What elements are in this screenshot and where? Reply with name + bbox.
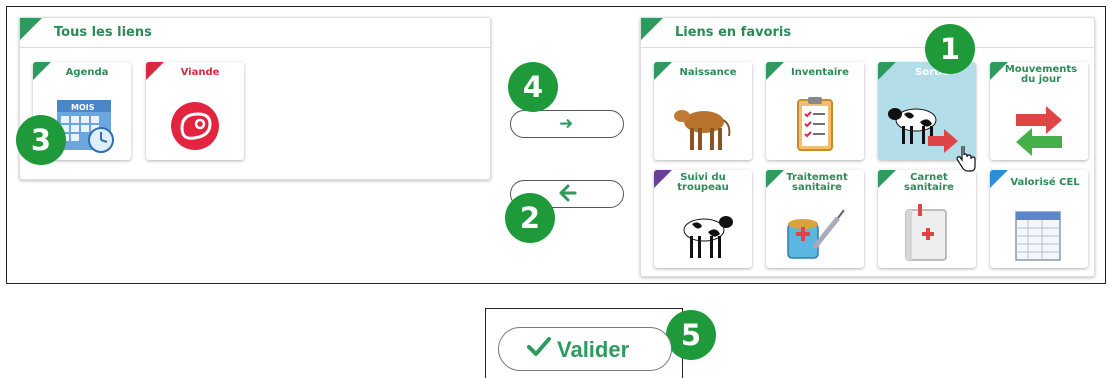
arrow-right-icon: ➜ [559, 114, 574, 134]
move-right-button[interactable]: ➜ [510, 110, 624, 138]
annotation-badge-5: 5 [666, 310, 716, 360]
tile-traitement-sanitaire[interactable]: Traitement sanitaire [766, 170, 864, 268]
health-book-icon [905, 204, 947, 261]
tile-inventaire[interactable]: Inventaire [766, 62, 864, 160]
syringe-icon [787, 209, 845, 259]
tile-label: Carnet sanitaire [904, 172, 954, 193]
annotation-badge-4: 4 [508, 62, 558, 112]
favorites-title: Liens en favoris [675, 25, 792, 40]
cow-exit-icon [888, 108, 958, 153]
tile-label: Suivi du troupeau [677, 172, 729, 193]
tile-valorise-cel[interactable]: Valorisé CEL [990, 170, 1088, 268]
valider-label: Valider [557, 337, 630, 362]
annotation-badge-1: 1 [925, 24, 975, 74]
tile-label: Valorisé CEL [1010, 177, 1080, 188]
tile-label: Mouvements du jour [1004, 64, 1078, 85]
all-links-header: Tous les liens [20, 18, 490, 48]
tile-corner-marker [878, 170, 896, 188]
panel-corner-marker [641, 18, 663, 40]
tile-mouvements-du-jour[interactable]: Mouvements du jour [990, 62, 1088, 160]
spreadsheet-icon [1015, 211, 1061, 261]
herd-icon [683, 216, 733, 258]
tile-label: Naissance [679, 67, 737, 78]
svg-text:MOIS: MOIS [71, 103, 95, 112]
all-links-title: Tous les liens [54, 25, 152, 40]
panel-corner-marker [20, 18, 42, 40]
tile-carnet-sanitaire[interactable]: Carnet sanitaire [878, 170, 976, 268]
meat-icon [171, 102, 219, 150]
tile-viande[interactable]: Viande [146, 62, 244, 160]
tile-label: Traitement sanitaire [786, 172, 848, 193]
checkmark-icon [527, 336, 551, 365]
tile-label: Agenda [65, 67, 109, 78]
exchange-arrows-icon [1016, 106, 1062, 156]
arrow-left-icon [559, 184, 577, 207]
tile-suivi-du-troupeau[interactable]: Suivi du troupeau [654, 170, 752, 268]
favorites-header: Liens en favoris [641, 18, 1094, 48]
clipboard-icon [797, 97, 833, 151]
tile-label: Inventaire [791, 67, 849, 78]
valider-button[interactable]: Valider [498, 327, 672, 371]
tile-naissance[interactable]: Naissance [654, 62, 752, 160]
tile-label: Viande [180, 67, 220, 78]
annotation-badge-3: 3 [16, 115, 66, 165]
annotation-badge-2: 2 [505, 193, 555, 243]
calf-icon [674, 110, 731, 150]
hand-cursor-icon [956, 146, 976, 172]
